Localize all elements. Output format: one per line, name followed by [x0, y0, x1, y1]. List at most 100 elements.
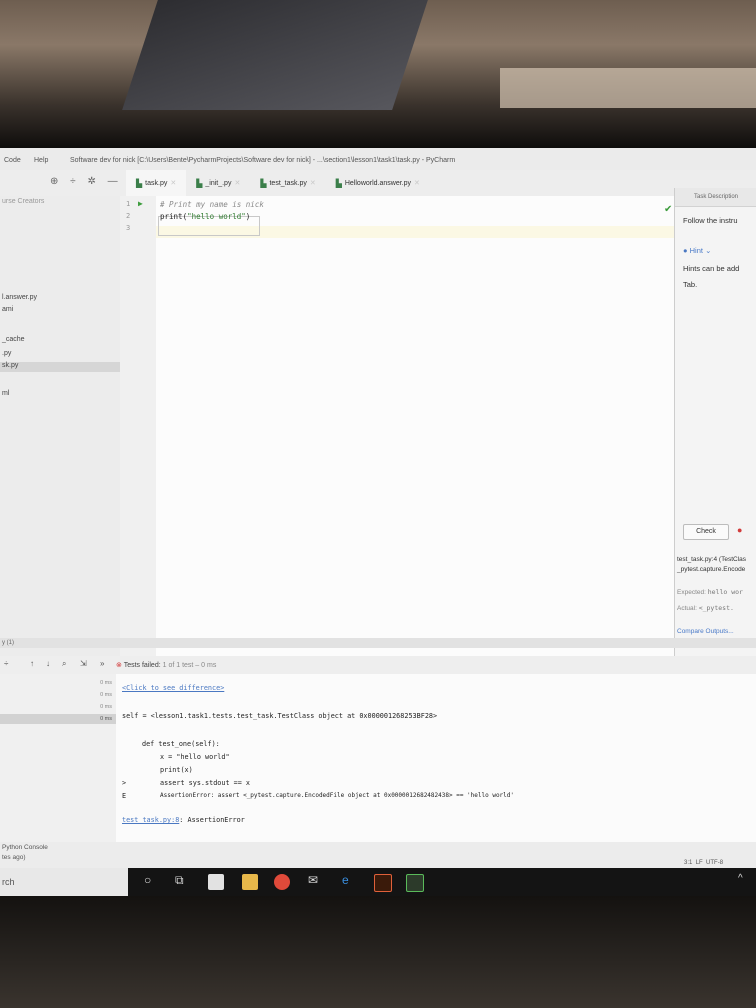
expected-label: Expected:	[677, 589, 706, 596]
tab-init-py[interactable]: ▙ _init_.py ✕	[186, 170, 250, 196]
taskbar-search[interactable]: rch	[0, 868, 128, 896]
project-item[interactable]: ml	[2, 390, 9, 397]
search-text: rch	[2, 877, 15, 887]
status-info: 3:1 LF UTF-8	[684, 860, 723, 866]
task-pane-header: Task Description	[675, 188, 756, 207]
project-item[interactable]: .py	[2, 350, 11, 357]
mail-icon[interactable]: ✉	[308, 873, 318, 887]
inspection-ok-icon: ✔	[664, 204, 673, 215]
python-file-icon: ▙	[196, 178, 203, 188]
file-encoding[interactable]: UTF-8	[706, 860, 723, 866]
cortana-icon[interactable]: ○	[144, 873, 151, 887]
actual-label: Actual:	[677, 605, 697, 612]
code-string: "hello world"	[187, 212, 246, 221]
background-light	[500, 68, 756, 108]
code-editor[interactable]: # Print my name is nick print("hello wor…	[156, 196, 674, 666]
actual-value: <_pytest.	[698, 604, 734, 612]
code-token: )	[245, 212, 251, 221]
arrow-down-icon[interactable]: ↓	[46, 659, 50, 668]
arrow-up-icon[interactable]: ↑	[30, 659, 34, 668]
run-tab-header: y (1)	[0, 638, 756, 648]
test-time[interactable]: 0 ms	[100, 704, 112, 710]
search-icon[interactable]: ⌕	[62, 659, 66, 669]
close-icon[interactable]: ✕	[310, 179, 316, 187]
chrome-icon[interactable]	[274, 874, 290, 890]
run-console[interactable]: <Click to see difference> self = <lesson…	[116, 674, 756, 842]
task-view-icon[interactable]: ⧉	[175, 873, 184, 888]
traceback-text: : AssertionError	[179, 816, 245, 824]
python-file-icon: ▙	[335, 178, 342, 188]
python-console-tab[interactable]: Python Console	[2, 844, 48, 851]
traceback-line: test_task.py:8: AssertionError	[122, 816, 245, 824]
close-icon[interactable]: ✕	[414, 179, 420, 187]
editor-gutter: 1 ▶ 2 3	[120, 196, 157, 666]
result-line: test_task.py:4 (TestClas	[677, 556, 746, 563]
hint-toggle[interactable]: ● Hint ⌄	[683, 246, 711, 255]
console-line: x = "hello world"	[160, 753, 230, 761]
console-line: print(x)	[160, 766, 193, 774]
illustrator-icon[interactable]	[374, 874, 392, 892]
expected-row: Expected: hello wor	[677, 588, 743, 596]
background-sign	[122, 0, 428, 110]
code-line-1: # Print my name is nick	[160, 200, 264, 209]
collapse-all-icon[interactable]: ÷	[4, 659, 8, 668]
store-icon[interactable]	[208, 874, 224, 890]
test-time[interactable]: 0 ms	[100, 692, 112, 698]
export-icon[interactable]: ⇲	[80, 659, 87, 668]
status-detail: 1 of 1 test – 0 ms	[162, 662, 217, 669]
close-icon[interactable]: ✕	[170, 179, 176, 187]
traceback-link[interactable]: test_task.py:8	[122, 816, 179, 824]
code-token: print(	[160, 212, 188, 221]
more-icon[interactable]: »	[100, 659, 104, 668]
console-marker: E	[122, 792, 127, 800]
file-explorer-icon[interactable]	[242, 874, 258, 890]
tab-helloworld-answer-py[interactable]: ▙ Helloworld.answer.py ✕	[326, 170, 430, 196]
background-wall	[0, 0, 756, 150]
console-marker: >	[122, 779, 127, 787]
hint-label: Hint	[689, 246, 703, 255]
project-item[interactable]: _cache	[2, 336, 25, 343]
diff-link[interactable]: <Click to see difference>	[122, 684, 224, 692]
status-prefix: Tests failed:	[123, 662, 161, 669]
run-arrow-icon[interactable]: ▶	[138, 199, 143, 208]
python-file-icon: ▙	[136, 178, 143, 188]
project-header: urse Creators	[2, 198, 45, 205]
project-item[interactable]: ami	[2, 306, 13, 313]
console-line: self = <lesson1.task1.tests.test_task.Te…	[122, 712, 438, 720]
collapse-icon[interactable]: ÷	[70, 176, 76, 187]
laptop-bezel	[0, 896, 756, 1008]
tab-task-py[interactable]: ▙ task.py ✕	[126, 170, 187, 198]
close-icon[interactable]: ✕	[234, 179, 240, 187]
editor-tab-strip: ⊕ ÷ ✲ — ▙ task.py ✕ ▙ _init_.py ✕ ▙ test…	[0, 170, 756, 198]
project-item[interactable]: l.answer.py	[2, 294, 37, 301]
line-separator[interactable]: LF	[696, 860, 703, 866]
tab-label: _init_.py	[205, 179, 232, 187]
menu-code[interactable]: Code	[4, 157, 21, 164]
test-time[interactable]: 0 ms	[100, 680, 112, 686]
line-number: 3	[126, 224, 131, 232]
chevron-down-icon: ⌄	[705, 246, 712, 255]
test-row-selected[interactable]	[0, 714, 116, 724]
code-line-2: print("hello world")	[160, 212, 250, 221]
hide-icon[interactable]: —	[108, 176, 118, 187]
cursor-position[interactable]: 3:1	[684, 860, 692, 866]
line-number: 1	[126, 200, 131, 208]
test-time[interactable]: 0 ms	[100, 716, 112, 722]
python-file-icon: ▙	[260, 178, 267, 188]
project-item-selected[interactable]: sk.py	[0, 362, 120, 372]
run-tab-label[interactable]: y (1)	[2, 640, 14, 646]
edge-icon[interactable]: e	[342, 873, 349, 887]
tab-test-task-py[interactable]: ▙ test_task.py ✕	[250, 170, 325, 196]
menu-help[interactable]: Help	[34, 157, 48, 164]
pycharm-icon[interactable]	[406, 874, 424, 892]
check-button[interactable]: Check	[683, 524, 729, 540]
console-line: def test_one(self):	[142, 740, 220, 748]
compare-outputs-link[interactable]: Compare Outputs...	[677, 628, 734, 635]
scroll-from-source-icon[interactable]: ⊕	[50, 176, 58, 187]
status-bar: Python Console tes ago) 3:1 LF UTF-8	[0, 842, 756, 868]
fail-icon: ⊗	[116, 662, 122, 669]
gear-icon[interactable]: ✲	[87, 176, 95, 187]
tray-chevron-icon[interactable]: ^	[738, 873, 743, 884]
windows-taskbar: rch ○ ⧉ ✉ e ^	[0, 868, 756, 896]
task-text: Follow the instru	[683, 216, 738, 225]
